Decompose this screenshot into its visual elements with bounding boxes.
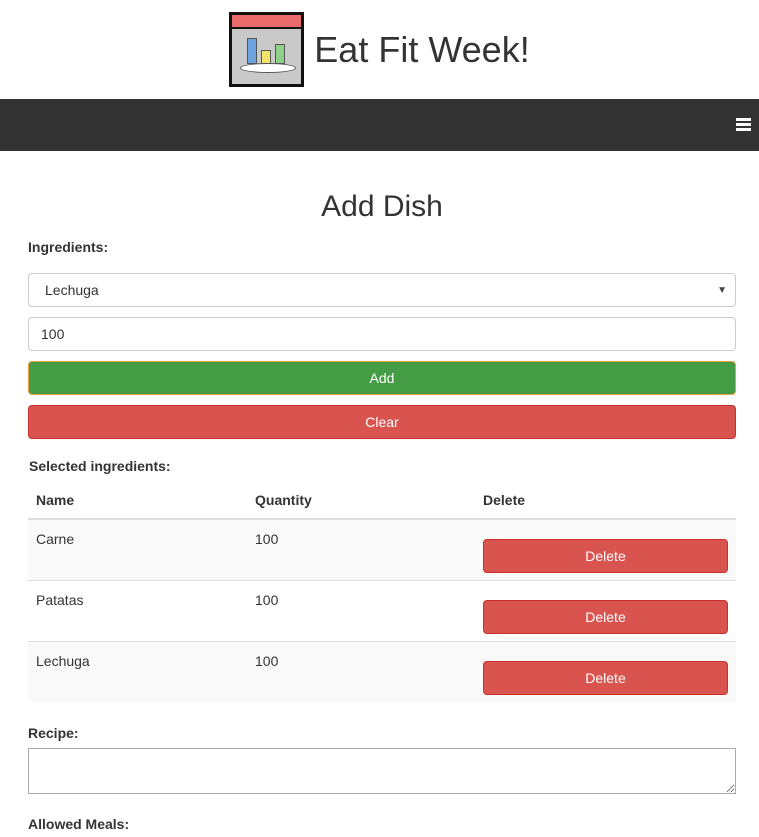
column-header-name: Name — [28, 482, 247, 520]
column-header-delete: Delete — [475, 482, 736, 520]
allowed-meals-label: Allowed Meals: — [28, 816, 130, 832]
app-logo — [229, 12, 305, 87]
page-title: Add Dish — [321, 190, 443, 223]
selected-ingredients-table: Name Quantity Delete Carne 100 Delete Pa… — [28, 482, 736, 702]
table-row: Lechuga 100 Delete — [28, 640, 736, 702]
selected-ingredients-label: Selected ingredients: — [29, 458, 171, 474]
cell-quantity: 100 — [247, 640, 475, 702]
cell-delete: Delete — [475, 579, 736, 641]
ingredient-select[interactable]: Lechuga ▼ — [28, 273, 736, 307]
add-button[interactable]: Add — [28, 361, 736, 395]
navbar — [0, 99, 759, 151]
ingredients-label: Ingredients: — [28, 239, 109, 255]
app-header: Eat Fit Week! — [0, 0, 759, 99]
table-row: Carne 100 Delete — [28, 518, 736, 580]
cell-quantity: 100 — [247, 518, 475, 580]
chevron-down-icon: ▼ — [717, 284, 727, 296]
table-header-row: Name Quantity Delete — [28, 482, 736, 520]
quantity-input[interactable] — [28, 317, 736, 351]
delete-button[interactable]: Delete — [483, 599, 728, 634]
cell-name: Lechuga — [28, 640, 247, 702]
delete-button[interactable]: Delete — [483, 660, 728, 695]
app-title: Eat Fit Week! — [314, 28, 530, 70]
delete-button[interactable]: Delete — [483, 539, 728, 573]
recipe-textarea[interactable] — [28, 748, 736, 794]
column-header-quantity: Quantity — [247, 482, 475, 520]
clear-button[interactable]: Clear — [28, 405, 736, 439]
table-row: Patatas 100 Delete — [28, 579, 736, 641]
cell-delete: Delete — [475, 640, 736, 702]
cell-name: Carne — [28, 518, 247, 580]
cell-name: Patatas — [28, 579, 247, 641]
main-content: Add Dish Ingredients: Lechuga ▼ Add Clea… — [0, 189, 759, 832]
recipe-label: Recipe: — [28, 725, 79, 741]
cell-delete: Delete — [475, 518, 736, 580]
ingredient-select-value: Lechuga — [45, 282, 99, 298]
hamburger-menu-icon[interactable] — [736, 118, 751, 131]
cell-quantity: 100 — [247, 579, 475, 641]
